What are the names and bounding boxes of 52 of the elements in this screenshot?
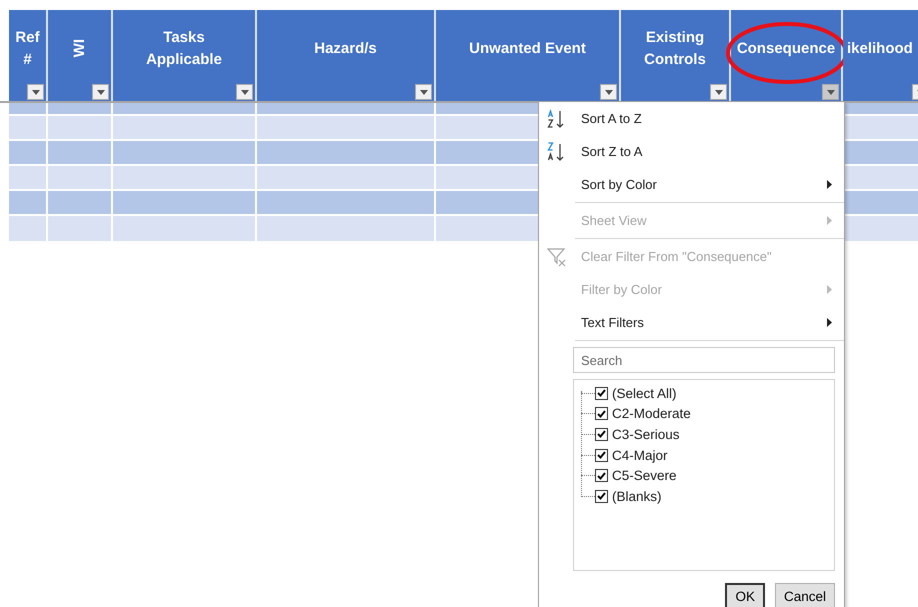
- column-header-label: Consequence: [736, 38, 836, 58]
- filter-dropdown-button[interactable]: [710, 84, 727, 100]
- checkmark-icon: [597, 430, 606, 438]
- filter-dropdown-button[interactable]: [600, 84, 617, 100]
- column-header-label: Existing Controls: [644, 28, 706, 70]
- submenu-arrow-icon: [827, 180, 832, 189]
- filter-dropdown-button[interactable]: [236, 84, 253, 100]
- menu-item[interactable]: Sort A to Z: [539, 102, 844, 135]
- filter-dropdown-button[interactable]: [27, 84, 44, 100]
- submenu-arrow-icon: [827, 285, 832, 294]
- cancel-button[interactable]: Cancel: [774, 583, 835, 607]
- menu-item[interactable]: Sort by Color: [539, 168, 844, 201]
- menu-item[interactable]: Text Filters: [539, 306, 844, 339]
- filter-value-label: C3-Serious: [612, 426, 680, 442]
- column-header-label: ikelihood: [847, 38, 913, 58]
- filter-value-label: C5-Severe: [612, 468, 677, 484]
- search-field[interactable]: Search: [573, 347, 835, 373]
- filter-value-label: (Blanks): [612, 488, 662, 504]
- checkbox[interactable]: [595, 407, 608, 420]
- checkmark-icon: [597, 389, 606, 398]
- column-header-label: Ref #: [15, 28, 40, 70]
- column-header-label: WI: [70, 39, 88, 58]
- dropdown-arrow-icon: [420, 90, 428, 94]
- checkbox[interactable]: [595, 386, 608, 400]
- checkbox[interactable]: [595, 428, 608, 441]
- checkmark-icon: [597, 410, 606, 418]
- dropdown-arrow-icon: [826, 90, 834, 94]
- column-header-label: Hazard/s: [314, 38, 377, 58]
- clear-filter-icon: [547, 246, 567, 266]
- filter-dropdown-button[interactable]: [415, 84, 432, 100]
- column-header-label: Unwanted Event: [469, 38, 586, 58]
- dropdown-arrow-icon: [604, 90, 612, 94]
- checkmark-icon: [597, 451, 606, 460]
- dropdown-arrow-icon: [96, 90, 104, 94]
- checkbox[interactable]: [595, 490, 608, 503]
- filter-dropdown-button[interactable]: [822, 84, 839, 100]
- checkbox[interactable]: [595, 448, 608, 462]
- filter-value-label: (Select All): [612, 386, 677, 401]
- submenu-arrow-icon: [827, 318, 832, 327]
- checkbox[interactable]: [595, 469, 608, 482]
- dropdown-arrow-icon: [240, 90, 248, 94]
- filter-dropdown-button[interactable]: [92, 84, 109, 100]
- checkmark-icon: [597, 492, 606, 500]
- dropdown-arrow-icon: [32, 90, 40, 94]
- filter-value-label: C2-Moderate: [612, 406, 691, 422]
- filter-value-label: C4-Major: [612, 448, 668, 463]
- checkmark-icon: [597, 472, 606, 480]
- menu-item[interactable]: Sort Z to A: [539, 135, 844, 168]
- ok-button[interactable]: OK: [725, 583, 765, 607]
- dropdown-arrow-icon: [714, 90, 722, 94]
- column-header-label: Tasks Applicable: [145, 28, 223, 70]
- submenu-arrow-icon: [827, 216, 832, 225]
